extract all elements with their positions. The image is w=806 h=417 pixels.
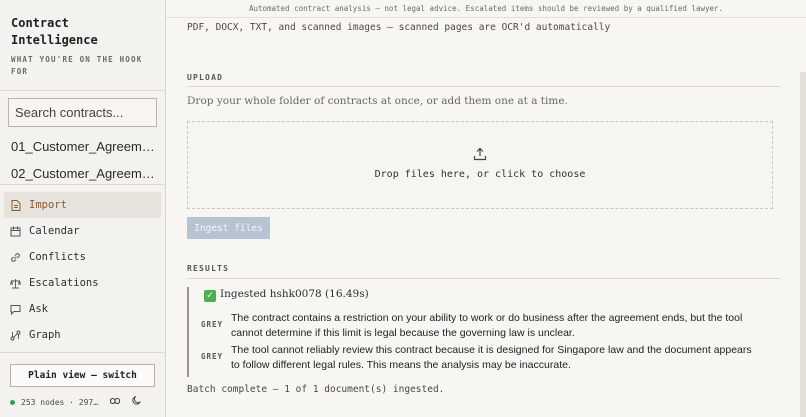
- upload-hint-text: Drop your whole folder of contracts at o…: [187, 95, 568, 107]
- nav-item-label: Import: [29, 199, 67, 211]
- check-icon: ✓: [204, 290, 216, 302]
- disclaimer-bar: Automated contract analysis — not legal …: [166, 0, 806, 18]
- upload-section-label: UPLOAD: [187, 73, 224, 82]
- nav-item-label: Conflicts: [29, 251, 86, 263]
- grey-badge: GREY: [201, 352, 224, 361]
- divider: [0, 184, 166, 185]
- status-dot-icon: [10, 399, 15, 405]
- sidebar: Contract Intelligence WHAT YOU'RE ON THE…: [0, 0, 166, 417]
- link-icon: [10, 252, 21, 263]
- contract-list-item[interactable]: 02_Customer_Agreement...: [11, 166, 161, 181]
- calendar-icon: [10, 226, 21, 237]
- link-toggle-icon[interactable]: [110, 397, 121, 408]
- grey-badge: GREY: [201, 320, 224, 329]
- nav-item-graph[interactable]: Graph: [4, 322, 161, 348]
- ingest-files-button[interactable]: Ingest files: [187, 217, 270, 239]
- nav-item-label: Graph: [29, 329, 61, 341]
- nav-item-import[interactable]: Import: [4, 192, 161, 218]
- results-section-label: RESULTS: [187, 264, 230, 273]
- document-icon: [10, 199, 21, 211]
- nav-item-conflicts[interactable]: Conflicts: [4, 244, 161, 270]
- status-bar: 253 nodes · 297…: [10, 395, 160, 408]
- app-tagline: WHAT YOU'RE ON THE HOOK FOR: [11, 55, 143, 76]
- ingest-result: ✓ Ingested hshk0078 (16.49s) GREY The co…: [187, 287, 780, 377]
- nav-item-label: Calendar: [29, 225, 80, 237]
- nav-item-ask[interactable]: Ask: [4, 296, 161, 322]
- main-scrollbar[interactable]: [800, 72, 806, 417]
- divider: [187, 278, 780, 279]
- nav-item-label: Escalations: [29, 277, 99, 289]
- dropzone-text: Drop files here, or click to choose: [374, 169, 586, 180]
- nav-item-label: Ask: [29, 303, 48, 315]
- finding-text: The contract contains a restriction on y…: [231, 312, 743, 339]
- supported-formats-text: PDF, DOCX, TXT, and scanned images — sca…: [187, 22, 611, 33]
- batch-status-text: Batch complete — 1 of 1 document(s) inge…: [187, 384, 445, 395]
- disclaimer-text: Automated contract analysis — not legal …: [248, 4, 724, 13]
- divider: [187, 86, 780, 87]
- app-title: Contract Intelligence: [11, 16, 98, 47]
- nav-item-escalations[interactable]: Escalations: [4, 270, 161, 296]
- graph-icon: [10, 330, 21, 341]
- divider: [0, 90, 166, 91]
- nav-item-calendar[interactable]: Calendar: [4, 218, 161, 244]
- finding-text: The tool cannot reliably review this con…: [231, 344, 752, 371]
- file-dropzone[interactable]: Drop files here, or click to choose: [187, 121, 773, 209]
- search-input[interactable]: [8, 98, 157, 127]
- chat-icon: [10, 304, 21, 315]
- plain-view-switch-button[interactable]: Plain view — switch: [10, 364, 155, 387]
- node-count-status: 253 nodes · 297…: [21, 397, 99, 407]
- contract-list-item[interactable]: 01_Customer_Agreement...: [11, 139, 161, 154]
- ingest-result-title: Ingested hshk0078 (16.49s): [220, 288, 369, 300]
- dark-mode-moon-icon[interactable]: [132, 395, 141, 408]
- upload-icon: [473, 147, 487, 161]
- scale-icon: [10, 278, 21, 289]
- divider: [0, 352, 166, 353]
